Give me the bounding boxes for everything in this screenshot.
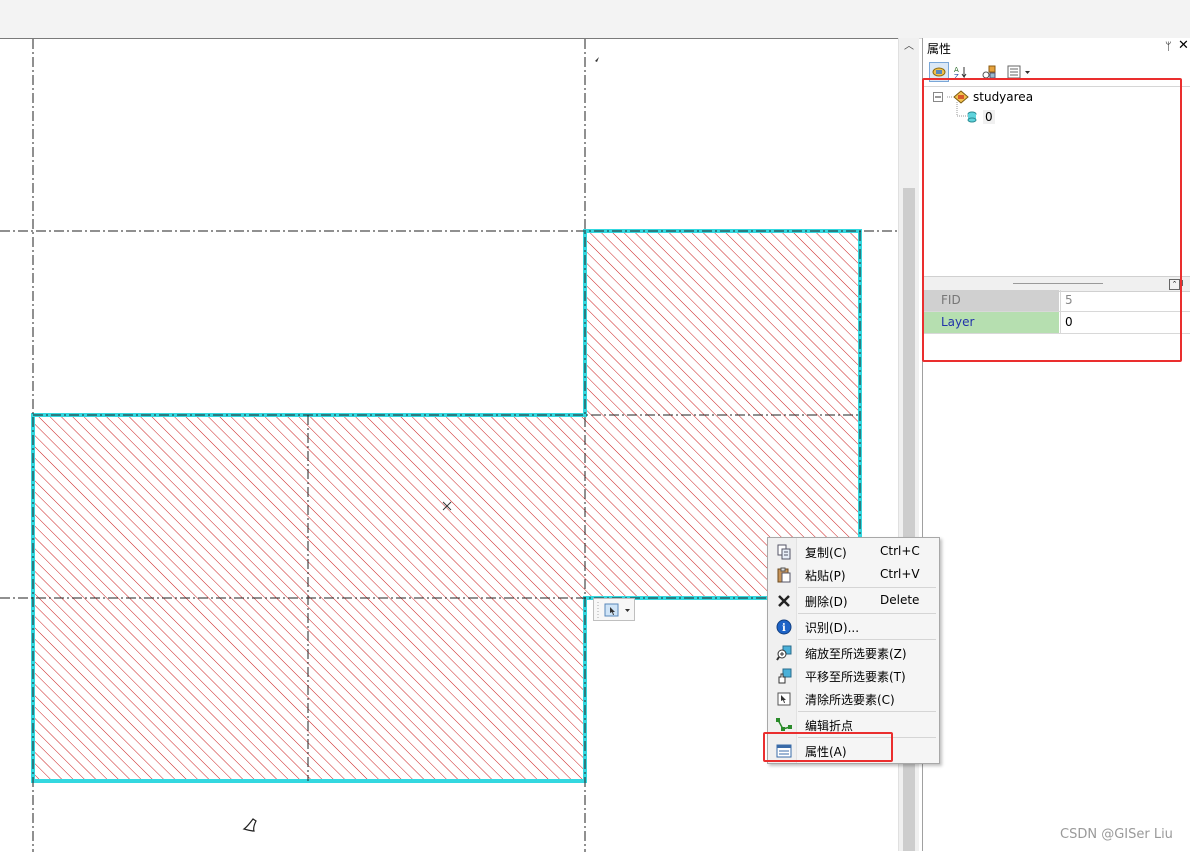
small-pencil-icon <box>595 57 599 62</box>
menu-separator <box>798 711 936 712</box>
map-canvas[interactable] <box>0 38 898 852</box>
menu-item-clear-selection[interactable]: 清除所选要素(C) <box>768 687 939 710</box>
menu-item-label: 复制(C) <box>805 546 847 560</box>
close-icon[interactable]: ✕ <box>1178 38 1189 53</box>
svg-text:i: i <box>782 623 786 634</box>
copy-icon <box>776 544 792 560</box>
pin-icon[interactable]: ᛘ <box>1165 40 1172 53</box>
menu-item-label: 平移至所选要素(T) <box>805 670 906 684</box>
menu-item-shortcut: Ctrl+V <box>880 567 920 581</box>
pan-to-selected-icon <box>776 668 792 684</box>
menu-item-label: 粘贴(P) <box>805 569 846 583</box>
menu-separator <box>798 587 936 588</box>
menu-separator <box>798 639 936 640</box>
menu-item-label: 识别(D)... <box>805 621 860 635</box>
info-icon: i <box>776 619 792 635</box>
zoom-to-selected-icon <box>776 645 792 661</box>
selection-tool-dropdown[interactable] <box>593 598 635 621</box>
panel-title: 属性 <box>927 42 952 56</box>
menu-item-copy[interactable]: 复制(C) Ctrl+C <box>768 540 939 563</box>
edit-vertices-icon <box>776 717 792 733</box>
menu-item-identify[interactable]: i 识别(D)... <box>768 615 939 638</box>
watermark: CSDN @GISer Liu <box>1060 827 1173 842</box>
context-menu: 复制(C) Ctrl+C 粘贴(P) Ctrl+V 删除(D) Delete i… <box>767 537 940 764</box>
menu-item-pan-to-selected[interactable]: 平移至所选要素(T) <box>768 664 939 687</box>
menu-item-label: 缩放至所选要素(Z) <box>805 647 907 661</box>
annotation-box-attributes <box>763 732 893 762</box>
pan-hand-icon <box>242 818 257 832</box>
annotation-box-panel <box>922 78 1182 362</box>
menu-item-shortcut: Ctrl+C <box>880 544 920 558</box>
sort-icon[interactable]: I <box>1181 279 1189 288</box>
delete-icon <box>776 593 792 609</box>
menu-item-paste[interactable]: 粘贴(P) Ctrl+V <box>768 563 939 586</box>
menu-item-delete[interactable]: 删除(D) Delete <box>768 589 939 612</box>
clear-selection-icon <box>776 691 792 707</box>
menu-item-shortcut: Delete <box>880 593 920 607</box>
top-toolbar-area <box>0 0 1190 39</box>
map-drawing <box>0 39 898 852</box>
menu-item-label: 删除(D) <box>805 595 848 609</box>
menu-item-label: 清除所选要素(C) <box>805 693 895 707</box>
menu-separator <box>798 613 936 614</box>
scroll-up-icon[interactable]: ︿ <box>903 40 915 54</box>
menu-item-zoom-to-selected[interactable]: 缩放至所选要素(Z) <box>768 641 939 664</box>
paste-icon <box>776 567 792 583</box>
